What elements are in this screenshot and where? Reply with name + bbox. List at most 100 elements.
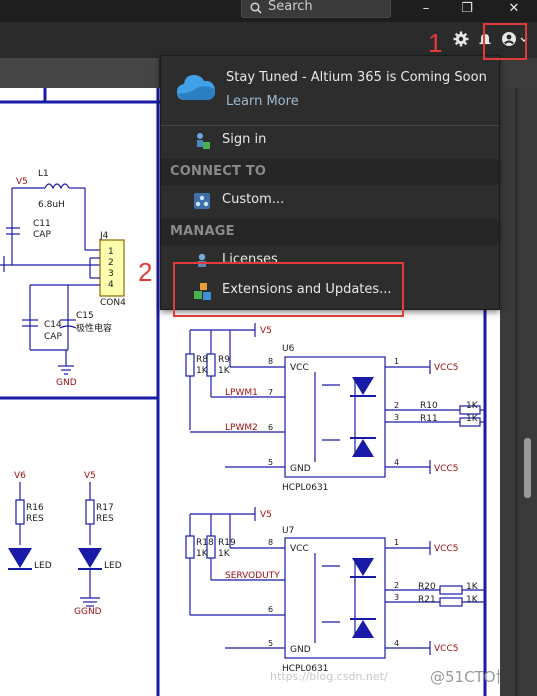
label-vcc-u7: VCC — [290, 544, 309, 554]
annotation-number-2: 2 — [138, 257, 153, 287]
label-r21-value: 1K — [466, 595, 479, 605]
pin-2-u7: 2 — [394, 581, 399, 590]
label-c14-value: CAP — [44, 332, 62, 342]
pin-8-u7: 8 — [268, 538, 273, 547]
label-j4-pin3: 3 — [108, 269, 114, 279]
label-c11: C11 — [33, 219, 51, 229]
pin-4-u7: 4 — [394, 639, 399, 648]
gear-icon[interactable] — [452, 30, 470, 48]
label-vcc-u6: VCC — [290, 363, 309, 373]
learn-more-link[interactable]: Learn More — [226, 94, 299, 109]
pin-7-u6: 7 — [268, 388, 273, 397]
search-placeholder: Search — [268, 0, 313, 14]
label-r8: R8 — [196, 355, 208, 365]
label-c11-value: CAP — [33, 230, 51, 240]
label-servoduty: SERVODUTY — [225, 571, 280, 581]
label-r19-value: 1K — [218, 549, 231, 559]
search-box[interactable]: Search — [241, 0, 391, 18]
label-v5-led: V5 — [84, 471, 96, 481]
label-v5-top: V5 — [16, 177, 28, 187]
label-led5: LED — [104, 561, 122, 571]
pin-5-u6: 5 — [268, 458, 273, 467]
pin-4-u6: 4 — [394, 458, 399, 467]
cloud-icon — [177, 75, 216, 100]
custom-connect-item[interactable]: Custom... — [161, 186, 499, 216]
label-r16-value: RES — [26, 514, 44, 524]
pin-2-u6: 2 — [394, 401, 399, 410]
connect-section-label: CONNECT TO — [170, 164, 267, 179]
label-r16: R16 — [26, 503, 44, 513]
toolbar — [0, 22, 537, 58]
annotation-box-2 — [173, 262, 404, 317]
sign-in-label: Sign in — [222, 132, 267, 147]
pin-8-u6: 8 — [268, 357, 273, 366]
label-hcpl-u6: HCPL0631 — [282, 483, 328, 493]
label-vcc5-u6-top: VCC5 — [434, 363, 458, 373]
minimize-button[interactable]: – — [406, 0, 446, 22]
watermark: https://blog.csdn.net/ — [270, 670, 388, 683]
label-r20-value: 1K — [466, 582, 479, 592]
label-v5-u6: V5 — [260, 326, 272, 336]
label-l1: L1 — [38, 169, 49, 179]
pin-3-u7: 3 — [394, 593, 399, 602]
pin-1-u6: 1 — [394, 357, 399, 366]
label-r18: R18 — [196, 538, 214, 548]
label-lpwm2: LPWM2 — [225, 423, 258, 433]
label-r8-value: 1K — [196, 366, 209, 376]
label-r17-value: RES — [96, 514, 114, 524]
label-vcc5-u6-bottom: VCC5 — [434, 464, 458, 474]
label-v6: V6 — [14, 471, 26, 481]
scrollbar-thumb[interactable] — [524, 438, 531, 498]
label-gnd-u6: GND — [290, 464, 311, 474]
label-u6: U6 — [282, 344, 295, 354]
promo-title: Stay Tuned - Altium 365 is Coming Soon — [226, 70, 487, 85]
custom-label: Custom... — [222, 192, 285, 207]
label-c15-value: 极性电容 — [76, 322, 112, 334]
label-l1-value: 6.8uH — [38, 200, 65, 210]
document-tab[interactable] — [0, 58, 160, 88]
label-j4: J4 — [99, 231, 109, 241]
label-v5-u7: V5 — [260, 510, 272, 520]
pin-5-u7: 5 — [268, 639, 273, 648]
title-bar: Search – ❐ ✕ — [0, 0, 537, 22]
label-r10: R10 — [420, 401, 438, 411]
label-r9-value: 1K — [218, 366, 231, 376]
close-button[interactable]: ✕ — [494, 0, 534, 22]
manage-section-label: MANAGE — [170, 224, 235, 239]
label-ggnd: GGND — [74, 607, 102, 617]
label-gnd-u7: GND — [290, 645, 311, 655]
label-r17: R17 — [96, 503, 114, 513]
label-vcc5-u7-bottom: VCC5 — [434, 644, 458, 654]
label-vcc5-u7-top: VCC5 — [434, 544, 458, 554]
annotation-box-1 — [483, 23, 527, 60]
search-icon — [250, 2, 262, 14]
label-u7: U7 — [282, 526, 294, 536]
label-r20: R20 — [418, 582, 436, 592]
label-r9: R9 — [218, 355, 230, 365]
pin-6-u6: 6 — [268, 423, 273, 432]
label-r11-value: 1K — [466, 414, 479, 424]
label-r19: R19 — [218, 538, 236, 548]
label-c14: C14 — [44, 320, 62, 330]
restore-button[interactable]: ❐ — [447, 0, 487, 22]
pin-3-u6: 3 — [394, 413, 399, 422]
label-c15: C15 — [76, 311, 94, 321]
sign-in-item[interactable]: Sign in — [161, 126, 499, 156]
label-r21: R21 — [418, 595, 436, 605]
scrollbar-track — [515, 88, 518, 696]
label-lpwm1: LPWM1 — [225, 388, 258, 398]
label-j4-pin1: 1 — [108, 247, 114, 257]
label-j4-pin4: 4 — [108, 280, 114, 290]
server-network-icon — [194, 193, 210, 209]
vertical-scrollbar[interactable] — [500, 58, 537, 696]
label-j4-name: CON4 — [100, 298, 126, 308]
label-j4-pin2: 2 — [108, 258, 114, 268]
label-r18-value: 1K — [196, 549, 209, 559]
label-r11: R11 — [420, 414, 438, 424]
label-led4: LED — [34, 561, 52, 571]
pin-6-u7: 6 — [268, 605, 273, 614]
annotation-number-1: 1 — [428, 28, 443, 58]
label-r10-value: 1K — [466, 401, 479, 411]
sign-in-icon — [197, 133, 210, 149]
pin-1-u7: 1 — [394, 538, 399, 547]
